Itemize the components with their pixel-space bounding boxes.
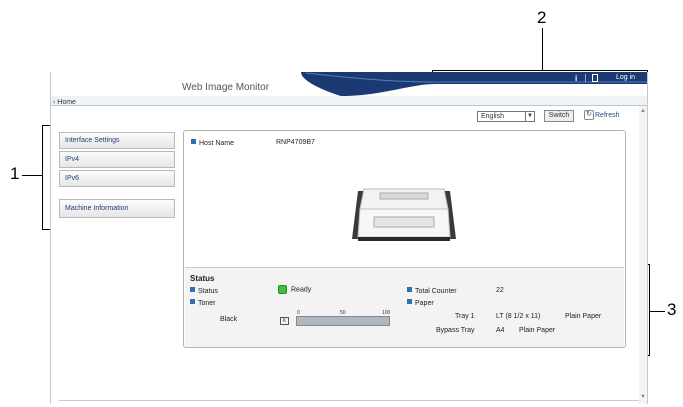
- menu-item-ipv4[interactable]: IPv4: [59, 151, 175, 168]
- refresh-label: Refresh: [595, 112, 620, 119]
- status-label-text: Status: [198, 288, 218, 295]
- bullet-icon: [191, 139, 196, 144]
- bullet-icon: [190, 299, 195, 304]
- callout-bracket-1: [42, 125, 43, 229]
- bullet-icon: [190, 287, 195, 292]
- device-panel: Host Name RNP4709B7 Status Status Ready …: [183, 130, 626, 348]
- callout-line-1: [22, 175, 42, 176]
- status-value: Ready: [278, 285, 311, 294]
- status-value-text: Ready: [291, 286, 312, 294]
- tray-1-size: LT (8 1/2 x 11): [496, 313, 541, 320]
- paper-label-text: Paper: [415, 300, 434, 307]
- vertical-scrollbar[interactable]: [639, 106, 647, 404]
- menu-item-machine-information[interactable]: Machine Information: [59, 199, 175, 218]
- toner-label-text: Toner: [198, 300, 216, 307]
- total-counter-text: Total Counter: [415, 288, 457, 295]
- header-swoosh: [301, 72, 647, 96]
- total-counter-label: Total Counter: [407, 287, 457, 295]
- status-section: Status Status Ready Toner Black K 0 50 1…: [185, 267, 624, 347]
- menu-item-interface-settings[interactable]: Interface Settings: [59, 132, 175, 149]
- web-image-monitor-window: Web Image Monitor i Log in ‹ Home ▲ ▼ En…: [50, 72, 648, 404]
- tray-1-name: Tray 1: [455, 313, 475, 320]
- separator: [585, 74, 586, 82]
- language-select[interactable]: English ▼: [477, 111, 535, 122]
- refresh-button[interactable]: ↻ Refresh: [584, 110, 620, 122]
- bottom-divider: [59, 400, 639, 401]
- host-name-text: Host Name: [199, 140, 235, 147]
- callout-line-3: [649, 311, 665, 312]
- status-title: Status: [190, 274, 215, 283]
- host-name-label: Host Name: [191, 139, 234, 147]
- callout-line-2: [542, 28, 543, 70]
- toner-cartridge-icon: K: [280, 317, 289, 325]
- callout-bracket-2: [432, 70, 648, 71]
- bypass-tray-type: Plain Paper: [519, 327, 556, 334]
- scroll-down-icon[interactable]: ▼: [640, 394, 646, 400]
- total-counter-value: 22: [496, 287, 504, 294]
- status-label: Status: [190, 287, 218, 295]
- app-title: Web Image Monitor: [182, 82, 270, 93]
- breadcrumb-bar: [51, 96, 647, 106]
- host-name-value: RNP4709B7: [276, 139, 315, 146]
- callout-number-1: 1: [10, 164, 20, 183]
- bullet-icon: [407, 299, 412, 304]
- toner-level-bar: [296, 316, 390, 326]
- callout-number-2: 2: [537, 8, 547, 27]
- toner-color: Black: [220, 316, 238, 323]
- menu-item-ipv6[interactable]: IPv6: [59, 170, 175, 187]
- help-icon[interactable]: [592, 74, 598, 82]
- ready-icon: [278, 285, 287, 294]
- callout-number-3: 3: [667, 300, 677, 319]
- home-link[interactable]: ‹ Home: [53, 99, 76, 106]
- callout-bracket-3: [649, 264, 650, 356]
- login-link[interactable]: Log in: [616, 74, 635, 81]
- language-value: English: [481, 113, 504, 120]
- paper-label: Paper: [407, 299, 434, 307]
- bypass-tray-size: A4: [496, 327, 505, 334]
- tray-1-type: Plain Paper: [565, 313, 602, 320]
- bullet-icon: [407, 287, 412, 292]
- printer-image: [352, 188, 456, 241]
- chevron-down-icon[interactable]: ▼: [525, 112, 534, 121]
- refresh-icon: ↻: [584, 110, 594, 121]
- toner-label: Toner: [190, 299, 216, 307]
- info-button[interactable]: i: [575, 74, 577, 83]
- header-bar: Web Image Monitor i Log in: [51, 72, 647, 96]
- scroll-up-icon[interactable]: ▲: [640, 108, 646, 114]
- switch-button[interactable]: Switch: [544, 110, 574, 122]
- bypass-tray-name: Bypass Tray: [436, 327, 475, 334]
